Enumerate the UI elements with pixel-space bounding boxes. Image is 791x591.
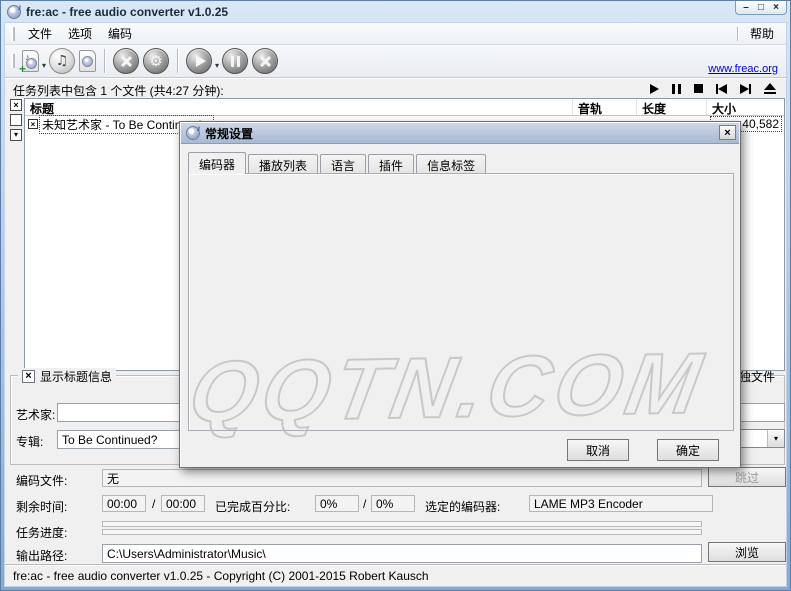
selected-encoder-value: LAME MP3 Encoder: [529, 495, 713, 512]
show-title-info-label: 显示标题信息: [40, 368, 112, 385]
tab-playlists[interactable]: 播放列表: [248, 154, 318, 174]
settings-icon[interactable]: [113, 48, 139, 74]
play-icon[interactable]: [650, 84, 659, 94]
next-track-icon[interactable]: [740, 84, 751, 94]
dialog-icon: [186, 126, 200, 140]
skip-button[interactable]: 跳过: [708, 467, 786, 487]
add-files-dropdown-icon[interactable]: ▾: [42, 61, 46, 70]
settings-tabs: 编码器 播放列表 语言 插件 信息标签: [188, 152, 488, 174]
truncated-label-fragment: 独文件: [739, 368, 775, 385]
configure-encoder-icon[interactable]: ⚙: [143, 48, 169, 74]
output-path-field[interactable]: C:\Users\Administrator\Music\: [102, 544, 702, 563]
output-path-label: 输出路径:: [16, 547, 67, 564]
cancel-button[interactable]: 取消: [567, 439, 629, 461]
column-title[interactable]: 标题: [25, 99, 573, 115]
row-checkbox[interactable]: [28, 119, 38, 129]
menu-help[interactable]: 帮助: [742, 23, 782, 44]
column-track[interactable]: 音轨: [573, 99, 637, 115]
column-length[interactable]: 长度: [637, 99, 707, 115]
window-controls: – □ ×: [735, 1, 787, 15]
maximize-button[interactable]: □: [754, 2, 768, 14]
website-link[interactable]: www.freac.org: [708, 63, 782, 75]
browse-output-button[interactable]: 浏览: [708, 542, 786, 562]
total-progress-bar: [102, 529, 702, 535]
toolbar-separator: [104, 49, 105, 73]
joblist-header: 标题 音轨 长度 大小: [25, 99, 784, 116]
selection-buttons: [10, 99, 22, 141]
app-window: fre:ac - free audio converter v1.0.25 – …: [0, 0, 791, 591]
slash-separator: /: [363, 497, 366, 511]
slash-separator: /: [152, 497, 155, 511]
menu-file[interactable]: 文件: [20, 23, 60, 44]
menu-options[interactable]: 选项: [60, 23, 100, 44]
select-all-button[interactable]: [10, 99, 22, 111]
statusbar-text: fre:ac - free audio converter v1.0.25 - …: [13, 569, 429, 583]
toolbar-grip[interactable]: [11, 54, 15, 68]
statusbar: fre:ac - free audio converter v1.0.25 - …: [5, 564, 786, 586]
column-size[interactable]: 大小: [707, 99, 784, 115]
close-button[interactable]: ×: [769, 2, 783, 14]
artist-label: 艺术家:: [16, 406, 55, 423]
selected-encoder-label: 选定的编码器:: [425, 498, 500, 515]
show-title-info-checkbox[interactable]: [22, 370, 35, 383]
tab-language[interactable]: 语言: [320, 154, 366, 174]
dialog-titlebar[interactable]: 常规设置: [181, 123, 739, 144]
album-label: 专辑:: [16, 433, 43, 450]
menubar-grip[interactable]: [11, 27, 15, 41]
time-total-value: 00:00: [161, 495, 205, 512]
menu-encode[interactable]: 编码: [100, 23, 140, 44]
menubar: 文件 选项 编码 帮助: [5, 23, 786, 45]
app-icon: [7, 5, 21, 19]
tab-encoders[interactable]: 编码器: [188, 152, 246, 174]
menu-separator: [737, 27, 738, 41]
percent-total-value: 0%: [371, 495, 415, 512]
percent-done-label: 已完成百分比:: [215, 498, 290, 515]
dialog-title: 常规设置: [205, 125, 253, 142]
task-progress-label: 任务进度:: [16, 524, 67, 541]
eject-icon[interactable]: [764, 83, 776, 94]
tab-info-tags[interactable]: 信息标签: [416, 154, 486, 174]
encoding-file-label: 编码文件:: [16, 472, 67, 489]
pause-icon[interactable]: [672, 84, 681, 94]
cd-rip-icon[interactable]: [79, 50, 96, 72]
joblist-icon[interactable]: ♫: [49, 48, 75, 74]
chevron-down-icon[interactable]: ▾: [767, 430, 784, 447]
percent-track-value: 0%: [315, 495, 359, 512]
select-none-button[interactable]: [10, 114, 22, 126]
toolbar: +♪ ▾ ♫ ⚙ ▾ www.freac.org: [5, 45, 786, 78]
joblist-summary: 任务列表中包含 1 个文件 (共4:27 分钟):: [13, 82, 224, 99]
window-title: fre:ac - free audio converter v1.0.25: [26, 5, 228, 19]
previous-track-icon[interactable]: [716, 84, 727, 94]
ok-button[interactable]: 确定: [657, 439, 719, 461]
track-progress-bar: [102, 521, 702, 527]
window-titlebar[interactable]: fre:ac - free audio converter v1.0.25: [1, 1, 790, 22]
time-remaining-label: 剩余时间:: [16, 498, 67, 515]
time-track-value: 00:00: [102, 495, 146, 512]
encoding-file-value: 无: [102, 469, 702, 487]
start-encoding-dropdown-icon[interactable]: ▾: [215, 61, 219, 70]
stop-icon[interactable]: [694, 84, 703, 93]
stop-encoding-icon[interactable]: [252, 48, 278, 74]
toggle-selection-button[interactable]: [10, 129, 22, 141]
tab-panel: [188, 173, 734, 431]
add-files-icon[interactable]: +♪: [22, 50, 39, 72]
transport-controls: [650, 83, 776, 94]
dialog-close-button[interactable]: ×: [719, 125, 736, 140]
minimize-button[interactable]: –: [739, 2, 753, 14]
start-encoding-icon[interactable]: [186, 48, 212, 74]
progress-bars: [102, 521, 702, 537]
pause-encoding-icon[interactable]: [222, 48, 248, 74]
tab-plugins[interactable]: 插件: [368, 154, 414, 174]
toolbar-separator: [177, 49, 178, 73]
general-settings-dialog: 常规设置 × 编码器 播放列表 语言 插件 信息标签 编码器 LAME MP3 …: [179, 121, 741, 468]
